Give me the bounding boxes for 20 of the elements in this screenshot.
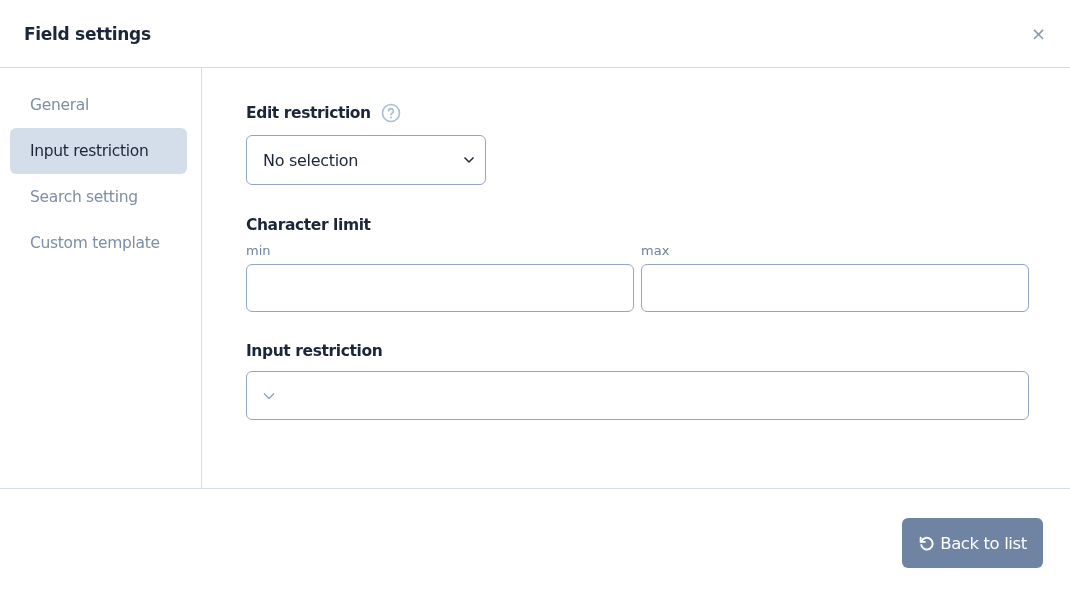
help-icon[interactable] — [380, 103, 401, 123]
field-label: Edit restriction — [246, 104, 371, 122]
field-label: Character limit — [246, 215, 371, 235]
field-label: Input restriction — [246, 341, 383, 361]
back-to-list-button[interactable]: Back to list — [902, 518, 1043, 568]
undo-icon — [918, 534, 936, 552]
sidebar-item[interactable]: Search setting — [10, 174, 187, 220]
sidebar-item[interactable]: General — [10, 82, 187, 128]
field-label: min — [246, 242, 271, 260]
chevron-down-icon — [463, 156, 475, 164]
chevron-down-icon — [263, 391, 275, 400]
dialog-title: Field settings — [24, 23, 151, 44]
sidebar-item[interactable]: Custom template — [10, 220, 187, 266]
input-field[interactable] — [246, 264, 634, 312]
input-field[interactable] — [641, 264, 1029, 312]
close-button[interactable]: × — [1026, 23, 1050, 44]
select-field[interactable] — [246, 371, 1029, 420]
sidebar-item[interactable]: Input restriction — [10, 128, 187, 174]
field-label: max — [641, 242, 670, 260]
select-field[interactable]: No selection — [246, 135, 486, 185]
